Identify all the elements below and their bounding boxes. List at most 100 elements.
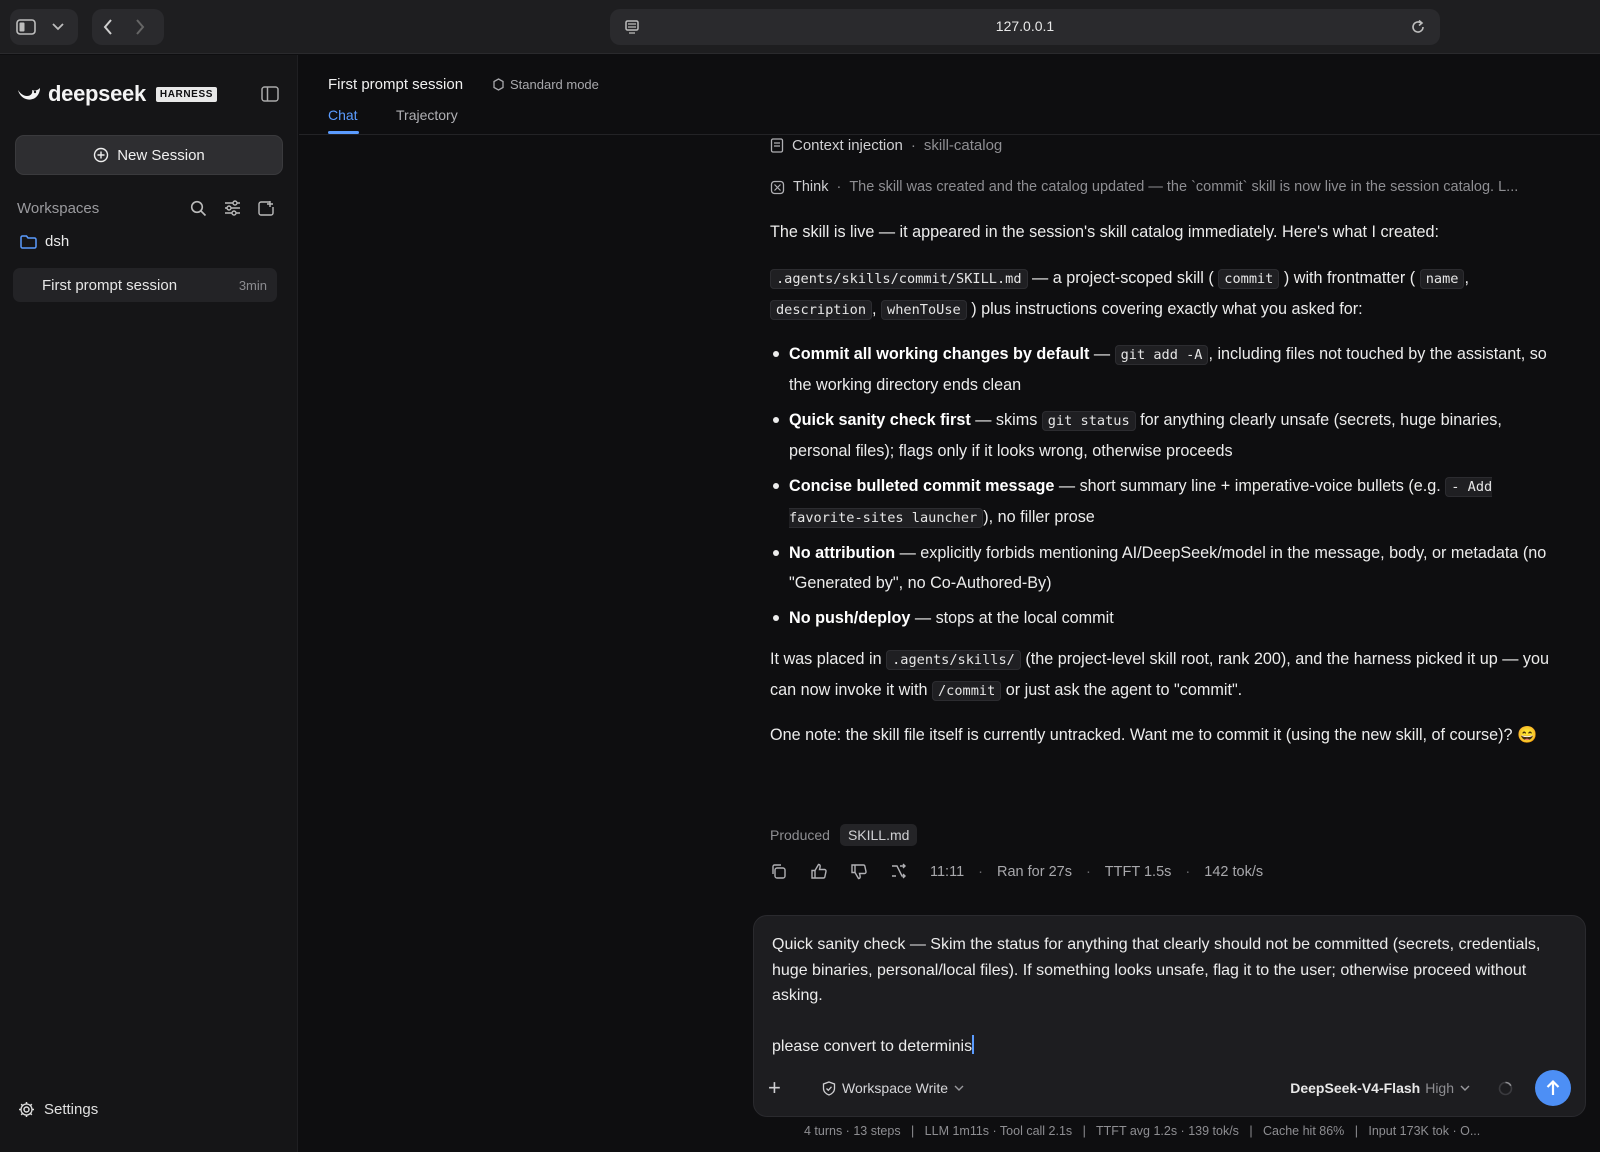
note-paragraph: One note: the skill file itself is curre… — [770, 726, 1538, 744]
separator-dot: · — [910, 137, 916, 154]
reload-icon[interactable] — [1402, 11, 1434, 43]
search-icon[interactable] — [181, 200, 215, 217]
bullet-text: — skims — [970, 411, 1042, 429]
code-slash-commit: /commit — [931, 681, 1002, 701]
active-tab-indicator — [328, 131, 359, 134]
message-actions: 11:11 · Ran for 27s · TTFT 1.5s · 142 to… — [770, 863, 1263, 880]
created-paragraph: .agents/skills/commit/SKILL.md — a proje… — [770, 263, 1560, 325]
prompt-input[interactable]: Quick sanity check — Skim the status for… — [772, 932, 1562, 1060]
text-span: or just ask the agent to "commit". — [1001, 681, 1243, 699]
token-speed: 142 tok/s — [1204, 863, 1264, 880]
plus-circle-icon — [94, 147, 109, 163]
bullet-title: No attribution — [789, 544, 896, 562]
prompt-text: Quick sanity check — Skim the status for… — [772, 936, 1541, 1055]
url-text: 127.0.0.1 — [995, 18, 1055, 34]
send-button[interactable] — [1535, 1070, 1571, 1106]
effort-level: High — [1425, 1080, 1454, 1096]
model-selector[interactable]: DeepSeek-V4-Flash High — [1290, 1080, 1470, 1096]
gear-icon — [19, 1102, 34, 1117]
new-session-label: New Session — [117, 146, 205, 164]
list-item: No attribution — explicitly forbids ment… — [770, 538, 1560, 598]
thumbs-down-icon[interactable] — [850, 863, 890, 880]
context-injection-row[interactable]: Context injection · skill-catalog — [770, 137, 1570, 154]
session-stats: 4 turns · 13 steps | LLM 1m11s · Tool ca… — [804, 1124, 1481, 1138]
bullet-title: Quick sanity check first — [789, 411, 971, 429]
chevron-down-icon — [954, 1085, 964, 1091]
context-usage-ring-icon — [1498, 1081, 1513, 1096]
list-item: Commit all working changes by default — … — [770, 339, 1560, 400]
run-duration: Ran for 27s — [996, 863, 1072, 880]
context-label: Context injection — [792, 137, 903, 154]
main-header: First prompt session Standard mode Chat … — [299, 55, 1600, 135]
back-icon[interactable] — [92, 11, 124, 43]
nav-group — [92, 9, 164, 45]
shield-icon — [822, 1080, 836, 1096]
branch-icon[interactable] — [890, 863, 930, 880]
bullet-title: Concise bulleted commit message — [789, 477, 1055, 495]
mode-icon — [493, 78, 504, 91]
bullet-title: Commit all working changes by default — [789, 345, 1090, 363]
thumbs-up-icon[interactable] — [810, 863, 850, 880]
tab-trajectory[interactable]: Trajectory — [396, 107, 458, 123]
think-label: Think — [793, 179, 829, 195]
browser-toolbar: 127.0.0.1 — [0, 0, 1600, 54]
produced-file-chip[interactable]: SKILL.md — [839, 824, 918, 846]
list-item: Quick sanity check first — skims git sta… — [770, 405, 1560, 466]
composer[interactable]: Quick sanity check — Skim the status for… — [753, 915, 1586, 1117]
new-session-button[interactable]: New Session — [15, 135, 283, 175]
text-span: — a project-scoped skill ( — [1027, 269, 1214, 287]
text-span: It was placed in — [770, 650, 887, 668]
separator-dot: · — [978, 863, 983, 880]
think-row[interactable]: Think · The skill was created and the ca… — [770, 179, 1570, 195]
placement-paragraph: It was placed in .agents/skills/ (the pr… — [770, 644, 1560, 706]
code-skills-dir: .agents/skills/ — [886, 650, 1021, 670]
message-time: 11:11 — [930, 863, 965, 880]
sidebar-toggle-icon[interactable] — [10, 11, 42, 43]
ttft: TTFT 1.5s — [1104, 863, 1172, 880]
mode-label: Standard mode — [510, 77, 599, 92]
session-age: 3min — [238, 277, 267, 293]
think-text: The skill was created and the catalog up… — [849, 179, 1519, 195]
folder-label: dsh — [45, 233, 70, 250]
arrow-up-icon — [1546, 1079, 1560, 1095]
code-commit: commit — [1218, 269, 1280, 289]
text-span: ) with frontmatter ( — [1283, 269, 1416, 287]
workspace-folder-dsh[interactable]: dsh — [20, 233, 69, 250]
code-description: description — [770, 300, 873, 320]
chevron-down-icon[interactable] — [42, 11, 74, 43]
bullet-text: — — [1089, 345, 1115, 363]
whale-logo-icon — [18, 88, 40, 100]
bullet-title: No push/deploy — [789, 609, 911, 627]
session-title: First prompt session — [42, 276, 178, 294]
brand-name: deepseek — [48, 81, 146, 106]
session-item[interactable]: First prompt session 3min — [13, 268, 277, 302]
forward-icon[interactable] — [124, 11, 156, 43]
workspaces-label: Workspaces — [17, 199, 100, 217]
intro-paragraph: The skill is live — it appeared in the s… — [770, 223, 1439, 241]
new-folder-icon[interactable] — [249, 200, 283, 216]
sidebar: deepseek HARNESS New Session Workspaces … — [0, 55, 298, 1152]
produced-row: Produced SKILL.md — [770, 824, 918, 846]
bullet-text: — explicitly forbids mentioning AI/DeepS… — [789, 544, 1547, 592]
document-icon — [770, 138, 784, 153]
mode-indicator[interactable]: Standard mode — [492, 77, 599, 92]
settings-button[interactable]: Settings — [18, 1101, 98, 1118]
folder-icon — [20, 234, 37, 249]
copy-icon[interactable] — [770, 863, 810, 880]
add-attachment-button[interactable]: + — [768, 1075, 808, 1101]
code-whentouse: whenToUse — [881, 300, 967, 320]
context-value: skill-catalog — [923, 137, 1003, 154]
features-list: Commit all working changes by default — … — [770, 339, 1560, 638]
sidebar-toggle-group — [10, 9, 78, 45]
list-item: Concise bulleted commit message — short … — [770, 471, 1560, 533]
permission-selector[interactable]: Workspace Write — [822, 1080, 964, 1096]
address-bar[interactable]: 127.0.0.1 — [610, 9, 1440, 45]
bullet-text: — short summary line + imperative-voice … — [1054, 477, 1446, 495]
filter-sliders-icon[interactable] — [215, 200, 249, 216]
chevron-down-icon — [1460, 1085, 1470, 1091]
bullet-text: ), no filler prose — [983, 508, 1095, 526]
collapse-sidebar-icon[interactable] — [258, 82, 282, 106]
tab-chat[interactable]: Chat — [328, 107, 358, 123]
composer-toolbar: + Workspace Write DeepSeek-V4-Flash High — [768, 1070, 1571, 1106]
brand[interactable]: deepseek HARNESS — [16, 81, 217, 107]
